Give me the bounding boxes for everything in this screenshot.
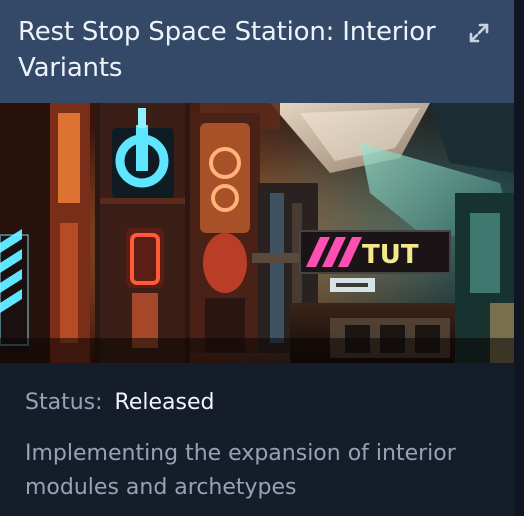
roadmap-card[interactable]: Rest Stop Space Station: Interior Varian…: [0, 0, 514, 516]
status-label: Status:: [25, 390, 103, 415]
status-row: Status: Released: [25, 389, 214, 417]
card-title: Rest Stop Space Station: Interior Varian…: [18, 17, 436, 83]
card-description: Implementing the expansion of interior m…: [25, 441, 456, 500]
space-station-interior-image: TUT: [0, 103, 514, 363]
card-header: Rest Stop Space Station: Interior Varian…: [0, 0, 514, 103]
scroll-gutter: [514, 0, 524, 516]
external-expand-icon[interactable]: [467, 21, 491, 45]
sign-lettering: TUT: [362, 240, 419, 270]
status-value: Released: [114, 390, 215, 415]
